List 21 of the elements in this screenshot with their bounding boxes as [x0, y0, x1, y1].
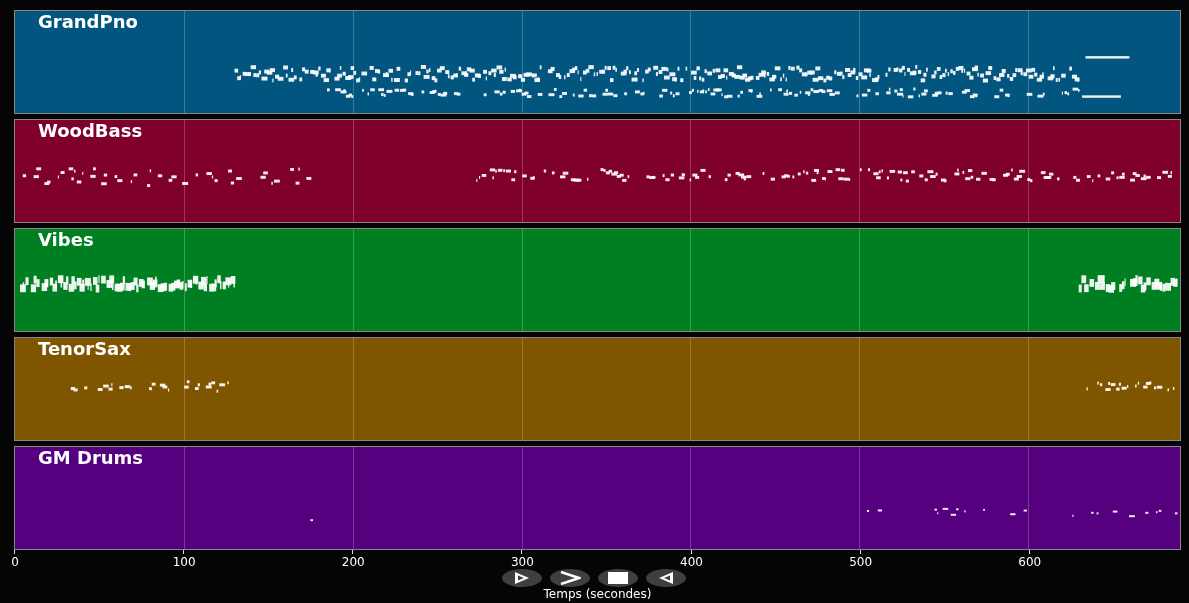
- axis-label: Temps (secondes): [543, 587, 652, 601]
- stop-icon: [608, 572, 628, 584]
- axis-tick-label: 0: [11, 555, 19, 569]
- play-button[interactable]: [502, 569, 542, 587]
- track-name: GM Drums: [38, 447, 144, 468]
- track-name: Vibes: [38, 229, 94, 250]
- play-icon: [513, 571, 531, 585]
- axis-tick-label: 300: [510, 555, 534, 569]
- next-button[interactable]: [550, 569, 590, 587]
- track-name: TenorSax: [38, 338, 131, 359]
- reverse-button[interactable]: [646, 569, 686, 587]
- triangle-left-icon: [657, 571, 675, 585]
- axis-tick-label: 200: [341, 555, 365, 569]
- stop-button[interactable]: [598, 569, 638, 587]
- axis-tick-label: 100: [172, 555, 196, 569]
- track-name: GrandPno: [38, 11, 138, 32]
- chevron-right-icon: [559, 571, 581, 585]
- track-name: WoodBass: [38, 120, 143, 141]
- axis-tick-label: 500: [849, 555, 873, 569]
- axis-tick-label: 400: [680, 555, 703, 569]
- axis-tick-label: 600: [1018, 555, 1042, 569]
